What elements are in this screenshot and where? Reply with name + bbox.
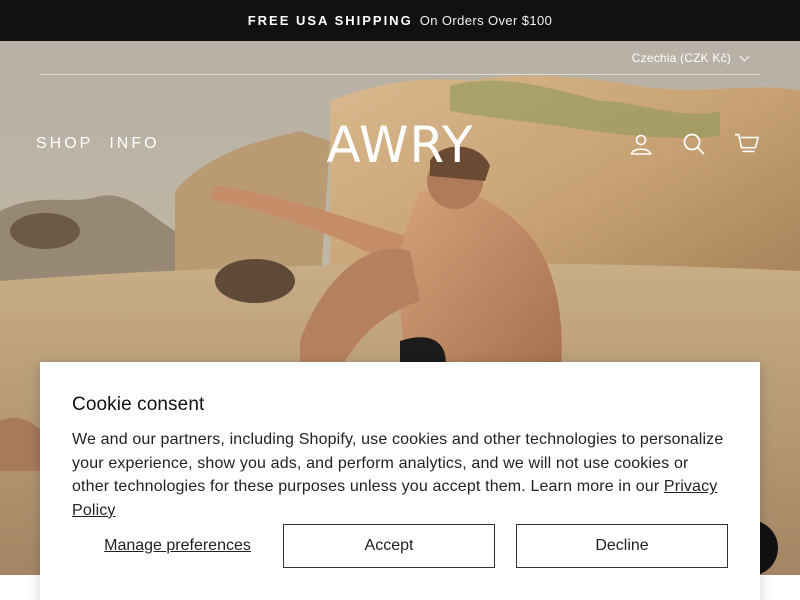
cookie-consent-dialog: Cookie consent We and our partners, incl… <box>40 362 760 600</box>
nav-item-info[interactable]: INFO <box>109 135 159 153</box>
cookie-actions: Manage preferences Accept Decline <box>72 524 728 568</box>
cookie-consent-body: We and our partners, including Shopify, … <box>72 431 724 496</box>
decline-button[interactable]: Decline <box>516 524 728 568</box>
cookie-consent-title: Cookie consent <box>72 394 205 415</box>
main-nav: SHOP INFO <box>36 135 160 153</box>
announcement-bar: FREE USA SHIPPING On Orders Over $100 <box>0 0 800 41</box>
header-icons <box>628 130 760 158</box>
search-icon[interactable] <box>681 130 707 158</box>
utility-bar: Czechia (CZK Kč) <box>40 41 760 75</box>
cart-icon[interactable] <box>734 130 760 158</box>
announcement-text: On Orders Over $100 <box>419 13 553 28</box>
cookie-consent-text: We and our partners, including Shopify, … <box>72 428 728 522</box>
chevron-down-icon <box>739 51 750 61</box>
announcement-bold-text: FREE USA SHIPPING <box>247 13 413 28</box>
country-selector-label: Czechia (CZK Kč) <box>631 51 731 65</box>
account-icon[interactable] <box>628 130 654 158</box>
country-selector[interactable]: Czechia (CZK Kč) <box>631 51 750 65</box>
nav-item-shop[interactable]: SHOP <box>36 135 93 153</box>
site-logo[interactable]: AWRY <box>322 118 478 172</box>
manage-preferences-button[interactable]: Manage preferences <box>72 537 283 555</box>
accept-button[interactable]: Accept <box>283 524 495 568</box>
